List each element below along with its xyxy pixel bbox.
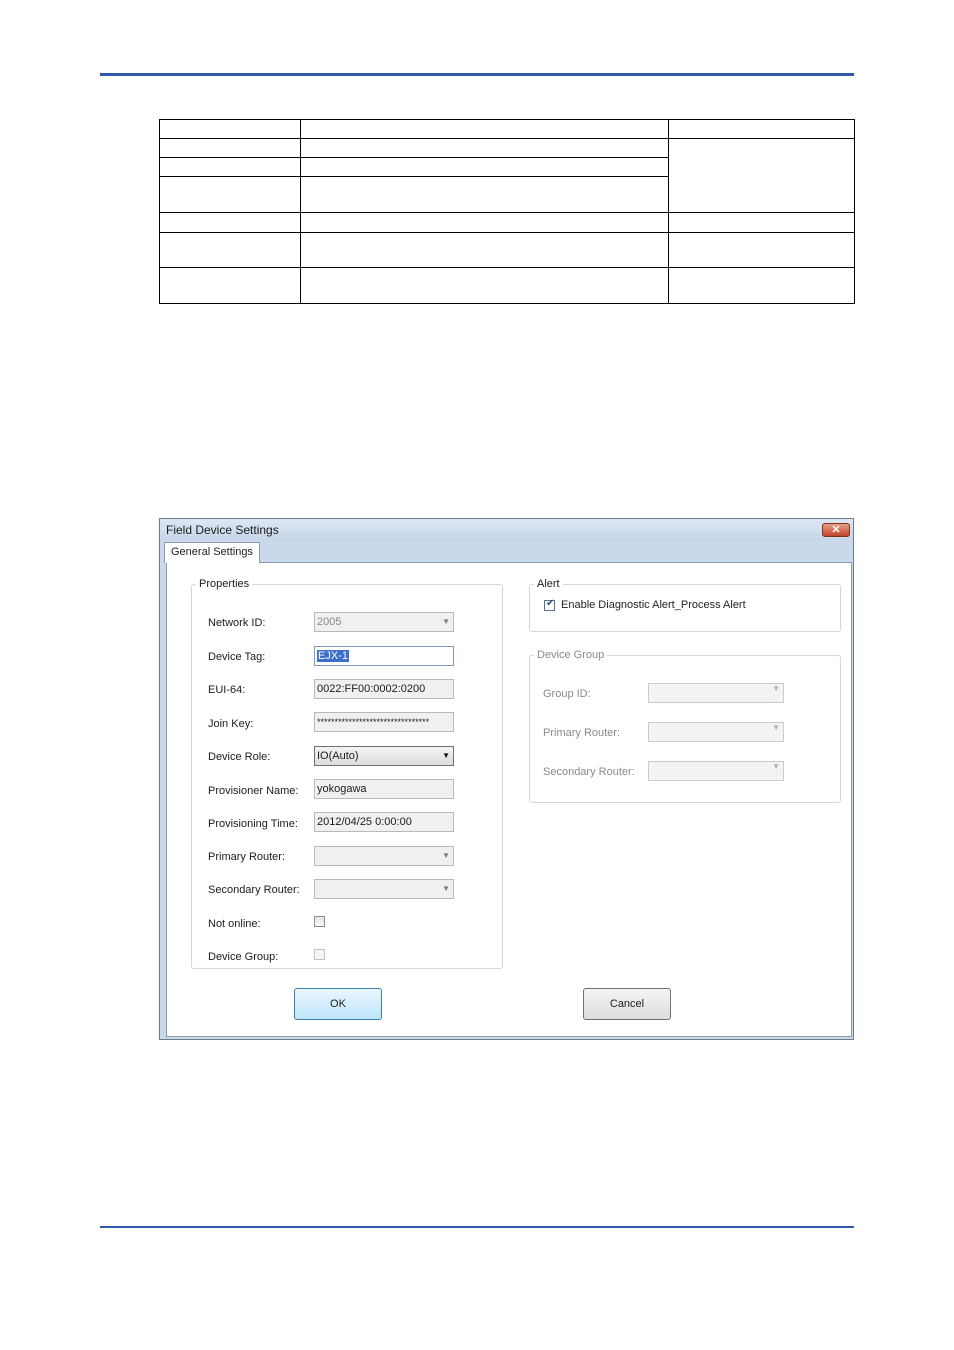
table-cell — [300, 232, 669, 268]
network-id-select[interactable]: 2005 ▼ — [314, 612, 454, 632]
dropdown-arrow-icon: ▼ — [442, 617, 450, 626]
device-tag-value: EJX-1 — [317, 650, 349, 662]
device-role-value: IO(Auto) — [317, 750, 359, 762]
device-role-label: Device Role: — [208, 751, 271, 763]
provisioning-time-value: 2012/04/25 0:00:00 — [317, 816, 412, 828]
document-table — [159, 119, 855, 304]
ok-button[interactable]: OK — [294, 988, 382, 1020]
dropdown-arrow-icon: ▼ — [442, 751, 450, 760]
device-group-checkbox[interactable] — [314, 949, 325, 960]
table-cell — [668, 138, 855, 213]
join-key-field[interactable]: ******************************** — [314, 712, 454, 732]
table-cell — [300, 212, 669, 233]
eui64-value: 0022:FF00:0002:0200 — [317, 683, 426, 695]
checkmark-icon: ✔ — [546, 598, 555, 609]
dg-secondary-router-label: Secondary Router: — [543, 766, 635, 778]
table-cell — [300, 267, 669, 304]
primary-router-select[interactable]: ▼ — [314, 846, 454, 866]
group-id-select[interactable]: ▼ — [648, 683, 784, 703]
table-cell — [159, 232, 301, 268]
properties-group: Properties Network ID: 2005 ▼ Device Tag… — [191, 578, 503, 969]
dropdown-arrow-icon: ▼ — [442, 851, 450, 860]
alert-legend: Alert — [537, 578, 560, 590]
join-key-value: ******************************** — [317, 717, 430, 727]
table-cell — [300, 157, 669, 177]
device-group-box: Device Group Group ID: ▼ Primary Router:… — [529, 649, 841, 803]
dg-secondary-router-select[interactable]: ▼ — [648, 761, 784, 781]
footer-rule — [100, 1226, 854, 1228]
alert-group: Alert ✔ Enable Diagnostic Alert_Process … — [529, 578, 841, 632]
table-cell — [300, 119, 669, 139]
table-cell — [300, 138, 669, 158]
tab-general-settings[interactable]: General Settings — [164, 542, 260, 563]
enable-alert-label: Enable Diagnostic Alert_Process Alert — [561, 599, 746, 611]
cancel-button[interactable]: Cancel — [583, 988, 671, 1020]
network-id-value: 2005 — [317, 616, 342, 628]
provisioning-time-label: Provisioning Time: — [208, 818, 298, 830]
device-role-select[interactable]: IO(Auto) ▼ — [314, 746, 454, 766]
not-online-checkbox[interactable] — [314, 916, 325, 927]
provisioning-time-field[interactable]: 2012/04/25 0:00:00 — [314, 812, 454, 832]
table-cell — [668, 267, 855, 304]
device-tag-input[interactable]: EJX-1 — [314, 646, 454, 666]
table-cell — [159, 267, 301, 304]
device-group-label: Device Group: — [208, 951, 279, 963]
dg-primary-router-select[interactable]: ▼ — [648, 722, 784, 742]
group-id-label: Group ID: — [543, 688, 591, 700]
field-device-settings-dialog: Field Device Settings ✕ General Settings… — [159, 518, 854, 1040]
dropdown-arrow-icon: ▼ — [772, 762, 780, 771]
provisioner-name-field[interactable]: yokogawa — [314, 779, 454, 799]
table-cell — [159, 157, 301, 177]
not-online-label: Not online: — [208, 918, 261, 930]
table-cell — [159, 212, 301, 233]
eui64-field[interactable]: 0022:FF00:0002:0200 — [314, 679, 454, 699]
properties-legend: Properties — [199, 578, 250, 590]
table-cell — [159, 176, 301, 213]
join-key-label: Join Key: — [208, 718, 254, 730]
table-cell — [668, 119, 855, 139]
table-cell — [159, 138, 301, 158]
network-id-label: Network ID: — [208, 617, 266, 629]
dropdown-arrow-icon: ▼ — [442, 884, 450, 893]
provisioner-name-label: Provisioner Name: — [208, 785, 299, 797]
table-cell — [159, 119, 301, 139]
table-cell — [668, 232, 855, 268]
close-button[interactable]: ✕ — [822, 523, 850, 537]
eui64-label: EUI-64: — [208, 684, 246, 696]
dg-primary-router-label: Primary Router: — [543, 727, 621, 739]
enable-alert-checkbox[interactable]: ✔ — [544, 598, 555, 611]
dropdown-arrow-icon: ▼ — [772, 723, 780, 732]
device-tag-label: Device Tag: — [208, 651, 266, 663]
secondary-router-select[interactable]: ▼ — [314, 879, 454, 899]
secondary-router-label: Secondary Router: — [208, 884, 300, 896]
header-rule — [100, 73, 854, 76]
dropdown-arrow-icon: ▼ — [772, 684, 780, 693]
device-group-legend: Device Group — [537, 649, 605, 661]
dialog-title: Field Device Settings — [166, 523, 279, 537]
general-settings-panel: Properties Network ID: 2005 ▼ Device Tag… — [166, 562, 852, 1037]
table-cell — [668, 212, 855, 233]
close-icon: ✕ — [831, 524, 841, 536]
provisioner-name-value: yokogawa — [317, 783, 367, 795]
table-cell — [300, 176, 669, 213]
dialog-titlebar[interactable]: Field Device Settings ✕ — [160, 519, 853, 540]
primary-router-label: Primary Router: — [208, 851, 286, 863]
